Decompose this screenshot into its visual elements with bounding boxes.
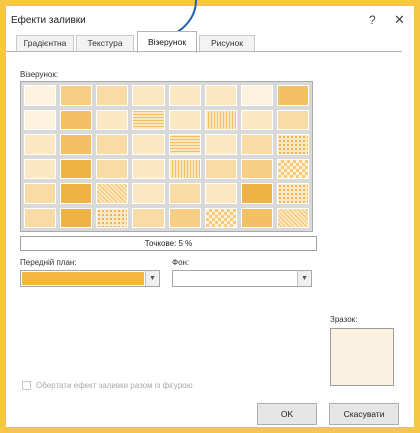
pattern-swatch[interactable] <box>240 207 273 228</box>
pattern-swatch[interactable] <box>240 183 273 204</box>
pattern-swatch[interactable] <box>24 158 57 179</box>
chevron-down-icon[interactable]: ▼ <box>297 271 311 286</box>
pattern-swatch[interactable] <box>132 134 165 155</box>
pattern-swatch[interactable] <box>132 183 165 204</box>
pattern-swatch[interactable] <box>24 109 57 130</box>
tab-strip: Градієнтна Текстура Візерунок Рисунок <box>6 30 402 53</box>
pattern-swatch[interactable] <box>24 134 57 155</box>
pattern-swatch[interactable] <box>204 134 237 155</box>
pattern-swatch[interactable] <box>96 85 129 106</box>
pattern-swatch[interactable] <box>132 207 165 228</box>
pattern-section-label: Візерунок: <box>20 70 59 79</box>
rotate-with-shape-label: Обертати ефект заливки разом із фігурою <box>36 381 193 390</box>
pattern-swatch[interactable] <box>204 85 237 106</box>
pattern-swatch[interactable] <box>276 158 309 179</box>
pattern-swatch[interactable] <box>96 207 129 228</box>
pattern-swatch[interactable] <box>60 85 93 106</box>
pattern-swatch[interactable] <box>240 134 273 155</box>
foreground-label: Передній план: <box>20 258 77 267</box>
pattern-swatch[interactable] <box>240 85 273 106</box>
pattern-swatch[interactable] <box>132 109 165 130</box>
foreground-color-swatch <box>22 272 144 285</box>
tab-pattern[interactable]: Візерунок <box>137 31 197 53</box>
pattern-swatch[interactable] <box>96 109 129 130</box>
pattern-swatch[interactable] <box>132 85 165 106</box>
pattern-swatch[interactable] <box>168 134 201 155</box>
pattern-swatch[interactable] <box>168 183 201 204</box>
selected-pattern-name: Точкове: 5 % <box>20 236 317 251</box>
pattern-swatch[interactable] <box>204 183 237 204</box>
pattern-swatch[interactable] <box>24 183 57 204</box>
tab-picture[interactable]: Рисунок <box>199 35 255 52</box>
tab-texture[interactable]: Текстура <box>76 35 134 52</box>
pattern-swatch[interactable] <box>204 207 237 228</box>
pattern-swatch[interactable] <box>204 158 237 179</box>
chevron-down-icon[interactable]: ▼ <box>145 271 159 286</box>
background-color-swatch <box>174 272 296 285</box>
pattern-swatch[interactable] <box>60 158 93 179</box>
pattern-swatch[interactable] <box>60 109 93 130</box>
pattern-swatch[interactable] <box>240 158 273 179</box>
pattern-swatch[interactable] <box>240 109 273 130</box>
dialog-title: Ефекти заливки <box>11 15 86 26</box>
close-icon[interactable]: ✕ <box>394 12 405 28</box>
foreground-color-dropdown[interactable]: ▼ <box>20 270 160 287</box>
pattern-swatch[interactable] <box>276 85 309 106</box>
pattern-swatch[interactable] <box>96 134 129 155</box>
tab-gradient[interactable]: Градієнтна <box>16 35 74 52</box>
pattern-swatch[interactable] <box>276 183 309 204</box>
pattern-swatch[interactable] <box>168 85 201 106</box>
pattern-swatch[interactable] <box>276 134 309 155</box>
tab-divider <box>6 51 402 52</box>
preview-label: Зразок: <box>330 315 358 324</box>
pattern-swatch[interactable] <box>276 207 309 228</box>
ok-button[interactable]: OK <box>257 403 317 425</box>
pattern-swatch[interactable] <box>96 158 129 179</box>
help-icon[interactable]: ? <box>369 13 376 27</box>
pattern-swatch[interactable] <box>60 134 93 155</box>
background-label: Фон: <box>172 258 190 267</box>
pattern-swatch[interactable] <box>168 158 201 179</box>
pattern-swatch[interactable] <box>168 109 201 130</box>
cancel-button[interactable]: Скасувати <box>329 403 399 425</box>
rotate-with-shape-checkbox[interactable] <box>22 381 31 390</box>
pattern-swatch[interactable] <box>168 207 201 228</box>
pattern-swatch[interactable] <box>276 109 309 130</box>
pattern-swatch[interactable] <box>60 183 93 204</box>
background-color-dropdown[interactable]: ▼ <box>172 270 312 287</box>
pattern-swatch[interactable] <box>60 207 93 228</box>
pattern-swatch[interactable] <box>24 85 57 106</box>
preview-box <box>330 328 394 386</box>
pattern-swatch[interactable] <box>132 158 165 179</box>
pattern-grid <box>20 81 313 232</box>
pattern-swatch[interactable] <box>204 109 237 130</box>
pattern-swatch[interactable] <box>96 183 129 204</box>
pattern-swatch[interactable] <box>24 207 57 228</box>
